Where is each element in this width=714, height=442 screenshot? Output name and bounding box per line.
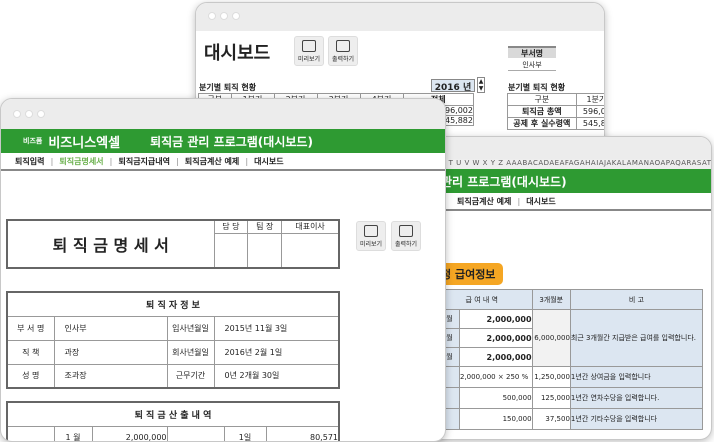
- title-bar: [196, 3, 604, 31]
- salary-table: 급 여 내 역 3개월분 비 고 월 2,000,000 6,000,000 최근 3개월…: [431, 289, 704, 430]
- brand-logo: 비즈니스엑셀: [48, 135, 121, 151]
- month-salary-input[interactable]: 2,000,000: [459, 347, 533, 367]
- month-salary-input[interactable]: 2,000,000: [459, 328, 533, 348]
- monitor-icon: [302, 40, 316, 52]
- doc-title-box: 퇴 직 금 명 세 서담 당팀 장 대표이사: [6, 219, 340, 269]
- other-allowance-input[interactable]: 150,000: [459, 408, 533, 430]
- year-spinner[interactable]: ▲ ▼: [477, 77, 485, 93]
- printer-icon: [399, 225, 413, 237]
- retiree-info-table: 퇴 직 자 정 보 부 서 명 인사부 입사년월일 2015년 11월 3일 직 책과…: [6, 291, 340, 389]
- month-salary-input[interactable]: 2,000,000: [459, 309, 533, 329]
- main-window: 비즈폼 비즈니스엑셀 퇴직금 관리 프로그램(대시보드) 퇴직입력 | 퇴직금명세…: [0, 98, 446, 442]
- dept-header: 부서명: [508, 46, 556, 58]
- nav-calc-example[interactable]: 퇴직금계산 예제: [179, 156, 245, 167]
- title-bar: [1, 99, 445, 129]
- program-title: 퇴직금 관리 프로그램(대시보드): [150, 134, 313, 149]
- printer-icon: [336, 40, 350, 52]
- brand-small: 비즈폼: [23, 137, 43, 145]
- preview-button[interactable]: 미리보기: [294, 36, 324, 66]
- print-button[interactable]: 출력하기: [391, 221, 421, 251]
- nav-dashboard[interactable]: 대시보드: [520, 196, 561, 207]
- year-selector[interactable]: 2016 년: [431, 79, 475, 93]
- nav-payment-history[interactable]: 퇴직금지급내역: [112, 156, 176, 167]
- nav-dashboard[interactable]: 대시보드: [248, 156, 289, 167]
- right-section-title: 분기별 퇴직 현황: [508, 83, 566, 92]
- annual-leave-input[interactable]: 500,000: [459, 387, 533, 409]
- calc-detail-table: 퇴 직 금 산 출 내 역 1 월 2,000,000 1일 80,571: [6, 401, 340, 441]
- sign-box[interactable]: [247, 232, 283, 269]
- page-title: 대시보드: [204, 43, 271, 64]
- print-button[interactable]: 출력하기: [328, 36, 358, 66]
- doc-title: 퇴 직 금 명 세 서: [6, 219, 215, 269]
- section-title: 분기별 퇴직 현황: [199, 83, 257, 92]
- bonus-input[interactable]: 2,000,000 × 250 %: [459, 366, 533, 388]
- dept-value: 인사부: [508, 60, 556, 71]
- sign-box[interactable]: [213, 232, 249, 269]
- nav-retire-input[interactable]: 퇴직입력: [9, 156, 50, 167]
- nav-statement[interactable]: 퇴직금명세서: [53, 156, 109, 167]
- monitor-icon: [364, 225, 378, 237]
- sign-box[interactable]: [281, 232, 340, 269]
- nav-calc-example[interactable]: 퇴직금계산 예제: [451, 196, 517, 207]
- summary-table: 구분1분기 퇴직금 총액596,002 공제 후 실수령액545,882: [507, 93, 604, 130]
- preview-button[interactable]: 미리보기: [356, 221, 386, 251]
